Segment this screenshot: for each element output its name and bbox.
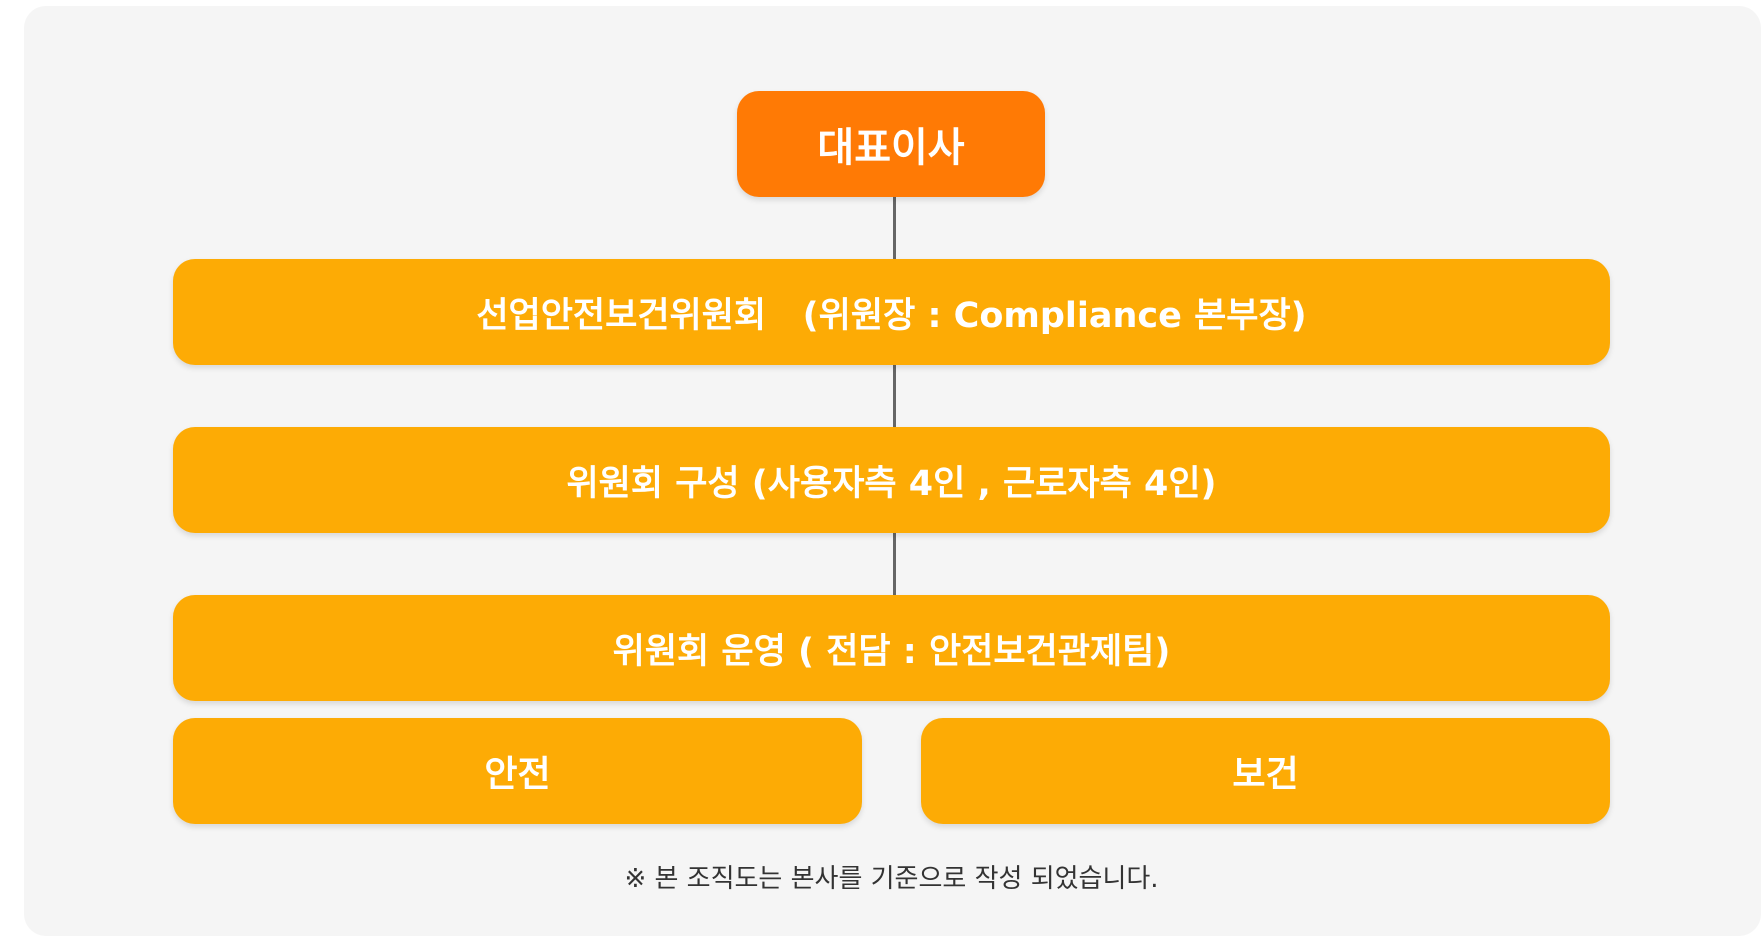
connector-ceo-committee: [893, 197, 896, 259]
connector-committee-composition: [893, 365, 896, 427]
safety-box: 안전: [173, 718, 862, 824]
health-box: 보건: [921, 718, 1610, 824]
ceo-box: 대표이사: [737, 91, 1045, 197]
committee-composition-box: 위원회 구성 (사용자측 4인 , 근로자측 4인): [173, 427, 1610, 533]
safety-health-committee-box: 선업안전보건위원회 (위원장 : Compliance 본부장): [173, 259, 1610, 365]
footnote: ※ 본 조직도는 본사를 기준으로 작성 되었습니다.: [624, 864, 1159, 894]
connector-composition-operation: [893, 533, 896, 595]
committee-operation-box: 위원회 운영 ( 전담 : 안전보건관제팀): [173, 595, 1610, 701]
